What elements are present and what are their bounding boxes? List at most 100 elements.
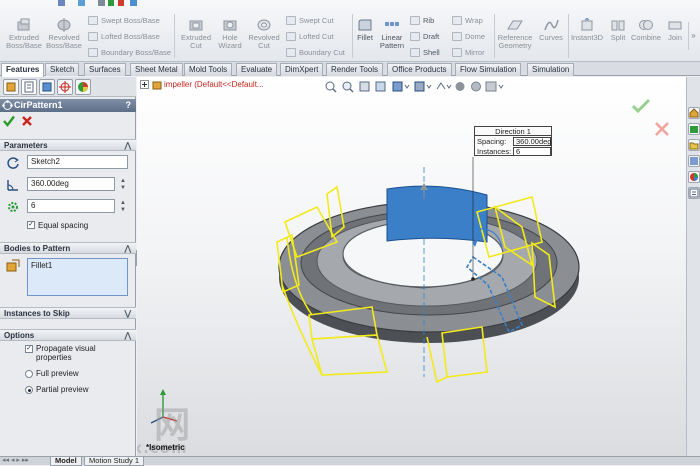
options-section-header[interactable]: Options ⋀	[0, 329, 136, 341]
lofted-cut-icon	[286, 32, 296, 41]
property-manager-tab[interactable]	[21, 79, 37, 95]
full-preview-radio[interactable]	[25, 370, 33, 378]
callout-spacing-field[interactable]: 360.00deg	[513, 137, 551, 146]
mirror-button[interactable]: Mirror	[452, 48, 485, 57]
cancel-x-icon[interactable]	[21, 115, 33, 127]
instances-skip-section-header[interactable]: Instances to Skip ⋁	[0, 307, 136, 319]
parameters-section-header[interactable]: Parameters ⋀	[0, 139, 136, 151]
tab-mold-tools[interactable]: Mold Tools	[184, 63, 233, 76]
reference-geometry-button[interactable]: Reference Geometry	[496, 18, 534, 50]
callout-instances-field[interactable]: 6	[513, 147, 551, 156]
callout-title: Direction 1	[475, 127, 551, 136]
feature-title: CirPattern1	[14, 100, 63, 110]
tab-office-products[interactable]: Office Products	[387, 63, 452, 76]
ribbon-overflow-chevron-icon[interactable]: »	[688, 22, 698, 50]
dome-button[interactable]: Dome	[452, 32, 485, 41]
tab-sketch[interactable]: Sketch	[45, 63, 80, 76]
list-item[interactable]: Fillet1	[31, 261, 52, 270]
instances-spinner-up-icon[interactable]: ▲	[119, 200, 127, 206]
tab-sheet-metal[interactable]: Sheet Metal	[130, 63, 183, 76]
search-tab[interactable]	[688, 155, 700, 167]
command-manager-ribbon: Extruded Boss/Base Revolved Boss/Base Sw…	[0, 0, 700, 62]
shell-button[interactable]: Shell	[410, 48, 440, 57]
instant3d-button[interactable]: Instant3D	[569, 18, 605, 42]
draft-button[interactable]: Draft	[410, 32, 439, 41]
feature-tree-icon	[6, 82, 16, 92]
bodies-selection-list[interactable]: Fillet1	[27, 258, 128, 296]
propagate-visual-checkbox[interactable]: ✓	[25, 345, 33, 353]
fillet-button[interactable]: Fillet	[354, 18, 376, 42]
solidworks-resources-tab[interactable]	[688, 107, 700, 119]
revolved-cut-button[interactable]: Revolved Cut	[245, 18, 283, 50]
custom-properties-tab[interactable]	[688, 187, 700, 199]
extruded-bossbase-label: Extruded Boss/Base	[6, 33, 42, 50]
tab-simulation[interactable]: Simulation	[527, 63, 575, 76]
linear-pattern-button[interactable]: Linear Pattern	[376, 18, 408, 50]
qa-icon-1	[58, 0, 65, 6]
lofted-bossbase-label: Lofted Boss/Base	[101, 32, 160, 41]
expand-chevron-icon[interactable]: ⋁	[124, 308, 131, 320]
tab-evaluate[interactable]: Evaluate	[236, 63, 278, 76]
swept-cut-button[interactable]: Swept Cut	[286, 16, 334, 25]
instances-skip-section-title: Instances to Skip	[4, 309, 70, 318]
join-button[interactable]: Join	[664, 18, 686, 42]
extruded-bossbase-button[interactable]: Extruded Boss/Base	[4, 18, 44, 50]
hole-wizard-label: Hole Wizard	[218, 33, 242, 50]
body-selection-icon	[6, 259, 20, 272]
equal-spacing-checkbox[interactable]: ✓	[27, 221, 35, 229]
boundary-cut-button[interactable]: Boundary Cut	[286, 48, 345, 57]
collapse-chevron-icon[interactable]: ⋀	[124, 243, 131, 255]
collapse-chevron-icon[interactable]: ⋀	[124, 330, 131, 342]
instances-spinner-down-icon[interactable]: ▼	[119, 207, 127, 213]
curves-button[interactable]: Curves	[536, 18, 566, 42]
qa-icon-2	[78, 0, 85, 6]
tab-features[interactable]: Features	[1, 63, 45, 77]
bodies-section-title: Bodies to Pattern	[4, 244, 71, 253]
confirm-corner-ok-icon[interactable]	[631, 97, 651, 115]
pattern-axis-field[interactable]: Sketch2	[27, 155, 128, 169]
boundary-bossbase-button[interactable]: Boundary Boss/Base	[88, 48, 171, 57]
direction-callout[interactable]: Direction 1 Spacing: 360.00deg Instances…	[474, 126, 552, 156]
lofted-bossbase-button[interactable]: Lofted Boss/Base	[88, 32, 160, 41]
hole-wizard-button[interactable]: Hole Wizard	[214, 18, 246, 50]
rib-icon	[410, 16, 420, 25]
fillet-icon	[358, 19, 372, 31]
angle-spinner-down-icon[interactable]: ▼	[119, 185, 127, 191]
file-explorer-tab[interactable]	[688, 139, 700, 151]
swept-bossbase-label: Swept Boss/Base	[101, 16, 160, 25]
extruded-cut-button[interactable]: Extruded Cut	[177, 18, 215, 50]
view-name-label: *Isometric	[146, 443, 185, 452]
collapse-chevron-icon[interactable]: ⋀	[124, 140, 131, 152]
confirm-corner-cancel-icon[interactable]	[654, 121, 670, 137]
feature-manager-tab[interactable]	[3, 79, 19, 95]
partial-preview-radio[interactable]	[25, 386, 33, 394]
tab-flow-simulation[interactable]: Flow Simulation	[455, 63, 522, 76]
property-list-icon	[24, 81, 34, 93]
ok-checkmark-icon[interactable]	[3, 115, 15, 127]
tab-render-tools[interactable]: Render Tools	[326, 63, 383, 76]
lofted-cut-button[interactable]: Lofted Cut	[286, 32, 334, 41]
appearances-tab[interactable]	[688, 171, 700, 183]
split-button[interactable]: Split	[607, 18, 629, 42]
wrap-button[interactable]: Wrap	[452, 16, 483, 25]
instances-field[interactable]: 6	[27, 199, 115, 213]
configuration-manager-tab[interactable]	[39, 79, 55, 95]
help-button[interactable]: ?	[126, 99, 132, 112]
tab-surfaces[interactable]: Surfaces	[84, 63, 126, 76]
tab-dimxpert[interactable]: DimXpert	[280, 63, 324, 76]
angle-field[interactable]: 360.00deg	[27, 177, 115, 191]
design-library-tab[interactable]	[688, 123, 700, 135]
combine-button[interactable]: Combine	[630, 18, 662, 42]
rib-button[interactable]: Rib	[410, 16, 434, 25]
bodies-section-header[interactable]: Bodies to Pattern ⋀	[0, 242, 136, 254]
revolved-bossbase-button[interactable]: Revolved Boss/Base	[44, 18, 84, 50]
dimxpert-manager-tab[interactable]	[57, 79, 73, 95]
wrap-icon	[452, 16, 462, 25]
combine-icon	[639, 20, 653, 30]
rib-label: Rib	[423, 16, 435, 25]
impeller-model[interactable]	[137, 77, 686, 456]
graphics-viewport[interactable]: impeller (Default<<Default... Direction …	[137, 77, 686, 456]
swept-bossbase-button[interactable]: Swept Boss/Base	[88, 16, 160, 25]
angle-spinner-up-icon[interactable]: ▲	[119, 178, 127, 184]
display-manager-tab[interactable]	[75, 79, 91, 95]
